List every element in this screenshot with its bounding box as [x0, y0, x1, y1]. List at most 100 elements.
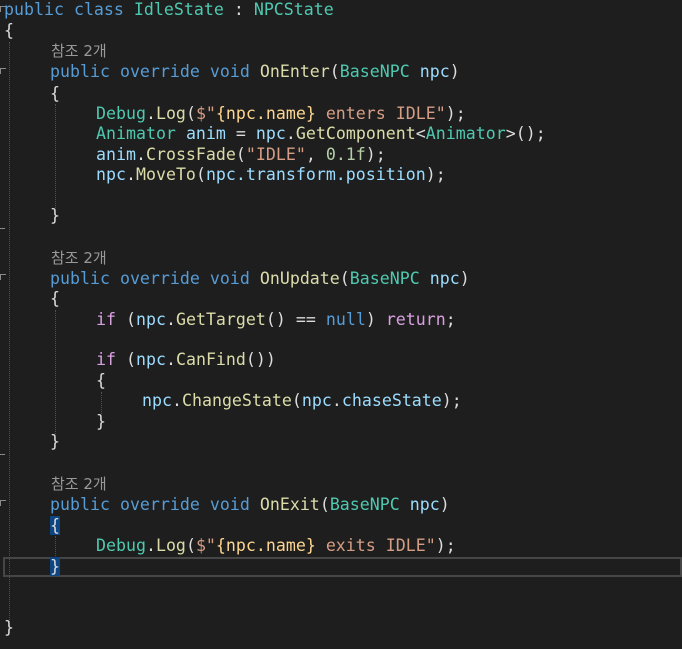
string-suffix: "	[435, 104, 446, 123]
keyword-override: override	[119, 62, 200, 81]
code-line-brace[interactable]: }	[50, 206, 682, 226]
reference-count-lens[interactable]: 참조 2개	[51, 41, 107, 61]
keyword-override: override	[119, 495, 200, 514]
code-line-if-gettarget[interactable]: if (npc.GetTarget() == null) return;	[96, 310, 682, 330]
code-line-changestate[interactable]: npc.ChangeState(npc.chaseState);	[142, 391, 682, 411]
open-brace: {	[4, 21, 14, 40]
code-line-onexit-signature[interactable]: public override void OnExit(BaseNPC npc)	[50, 495, 682, 515]
indent-guide	[55, 104, 56, 208]
code-line-class-close[interactable]: }	[0, 618, 682, 638]
keyword-void: void	[209, 62, 250, 81]
reference-count-lens[interactable]: 참조 2개	[51, 474, 107, 494]
method-name: OnExit	[259, 495, 320, 514]
method-log: Log	[155, 536, 186, 555]
colon-token: :	[233, 0, 244, 19]
string-literal: enters IDLE	[315, 104, 436, 123]
code-line-onupdate-signature[interactable]: public override void OnUpdate(BaseNPC np…	[50, 269, 682, 289]
code-line-brace[interactable]: }	[50, 557, 682, 577]
code-line-moveto[interactable]: npc.MoveTo(npc.transform.position);	[96, 165, 682, 185]
string-prefix: $"	[195, 536, 216, 555]
code-line-brace[interactable]: {	[50, 516, 682, 536]
fold-marker[interactable]	[0, 68, 6, 74]
variable-npc: npc	[135, 310, 166, 329]
keyword-void: void	[209, 269, 250, 288]
code-line-debug-log[interactable]: Debug.Log($"{npc.name} enters IDLE");	[96, 104, 682, 124]
method-moveto: MoveTo	[135, 165, 196, 184]
fold-marker[interactable]	[0, 274, 6, 280]
fold-end-marker	[0, 454, 5, 455]
indent-guide	[101, 392, 102, 414]
param-type: BaseNPC	[329, 495, 400, 514]
variable-anim: anim	[96, 145, 136, 164]
base-class-name: NPCState	[253, 0, 334, 19]
method-crossfade: CrossFade	[145, 145, 236, 164]
type-debug: Debug	[96, 536, 146, 555]
indent-guide	[55, 310, 56, 434]
class-name: IdleState	[133, 0, 224, 19]
generic-type: Animator	[425, 124, 506, 143]
param-name: npc	[419, 62, 450, 81]
variable-npc: npc	[301, 391, 332, 410]
code-line-brace[interactable]: }	[50, 432, 682, 452]
method-changestate: ChangeState	[181, 391, 292, 410]
close-brace: }	[96, 412, 106, 431]
indent-guide	[9, 42, 10, 622]
keyword-public: public	[50, 62, 110, 81]
string-literal: exits IDLE	[315, 536, 426, 555]
matched-open-brace: {	[50, 516, 60, 535]
reference-count-lens[interactable]: 참조 2개	[51, 248, 107, 268]
code-line-brace[interactable]: {	[50, 84, 682, 104]
keyword-public: public	[50, 269, 110, 288]
method-gettarget: GetTarget	[175, 310, 266, 329]
argument-expr: npc.transform.position	[205, 165, 426, 184]
open-brace: {	[96, 371, 106, 390]
string-suffix: "	[425, 536, 436, 555]
keyword-void: void	[209, 495, 250, 514]
method-name: OnUpdate	[259, 269, 340, 288]
keyword-if: if	[96, 310, 116, 329]
code-line-crossfade[interactable]: anim.CrossFade("IDLE", 0.1f);	[96, 145, 682, 165]
method-getcomponent: GetComponent	[295, 124, 416, 143]
code-line-debug-log[interactable]: Debug.Log($"{npc.name} exits IDLE");	[96, 536, 682, 556]
fold-end-marker	[0, 228, 5, 229]
keyword-class: class	[73, 0, 124, 19]
code-line-class-open[interactable]: {	[0, 21, 682, 41]
string-literal: "IDLE"	[245, 145, 306, 164]
close-brace: }	[4, 618, 14, 637]
param-type: BaseNPC	[339, 62, 410, 81]
keyword-public: public	[50, 495, 110, 514]
interpolation-expr: {npc.name}	[215, 536, 316, 555]
type-animator: Animator	[96, 124, 176, 143]
code-line-if-canfind[interactable]: if (npc.CanFind())	[96, 350, 682, 370]
matched-close-brace: }	[50, 557, 60, 576]
type-debug: Debug	[96, 104, 146, 123]
keyword-override: override	[119, 269, 200, 288]
open-brace: {	[50, 84, 60, 103]
interpolation-expr: {npc.name}	[215, 104, 316, 123]
method-name: OnEnter	[259, 62, 330, 81]
code-editor[interactable]: public class IdleState : NPCState { 참조 2…	[0, 0, 682, 649]
string-prefix: $"	[195, 104, 216, 123]
keyword-if: if	[96, 350, 116, 369]
code-line-brace[interactable]: {	[50, 289, 682, 309]
operator-eq: ==	[295, 310, 316, 329]
variable-npc: npc	[255, 124, 286, 143]
keyword-null: null	[325, 310, 366, 329]
variable-npc: npc	[142, 391, 172, 410]
fold-marker[interactable]	[0, 500, 6, 506]
code-line-anim-decl[interactable]: Animator anim = npc.GetComponent<Animato…	[96, 124, 682, 144]
code-line-class-decl[interactable]: public class IdleState : NPCState	[0, 0, 682, 20]
variable-anim: anim	[185, 124, 226, 143]
code-line-brace[interactable]: }	[96, 412, 682, 432]
code-line-onenter-signature[interactable]: public override void OnEnter(BaseNPC npc…	[50, 62, 682, 82]
close-brace: }	[50, 432, 60, 451]
method-canfind: CanFind	[175, 350, 246, 369]
keyword-public: public	[4, 0, 64, 19]
variable-npc: npc	[96, 165, 126, 184]
close-brace: }	[50, 206, 60, 225]
indent-guide	[55, 536, 56, 558]
number-literal: 0.1f	[325, 145, 366, 164]
keyword-return: return	[385, 310, 446, 329]
code-line-brace[interactable]: {	[96, 371, 682, 391]
param-name: npc	[429, 269, 460, 288]
